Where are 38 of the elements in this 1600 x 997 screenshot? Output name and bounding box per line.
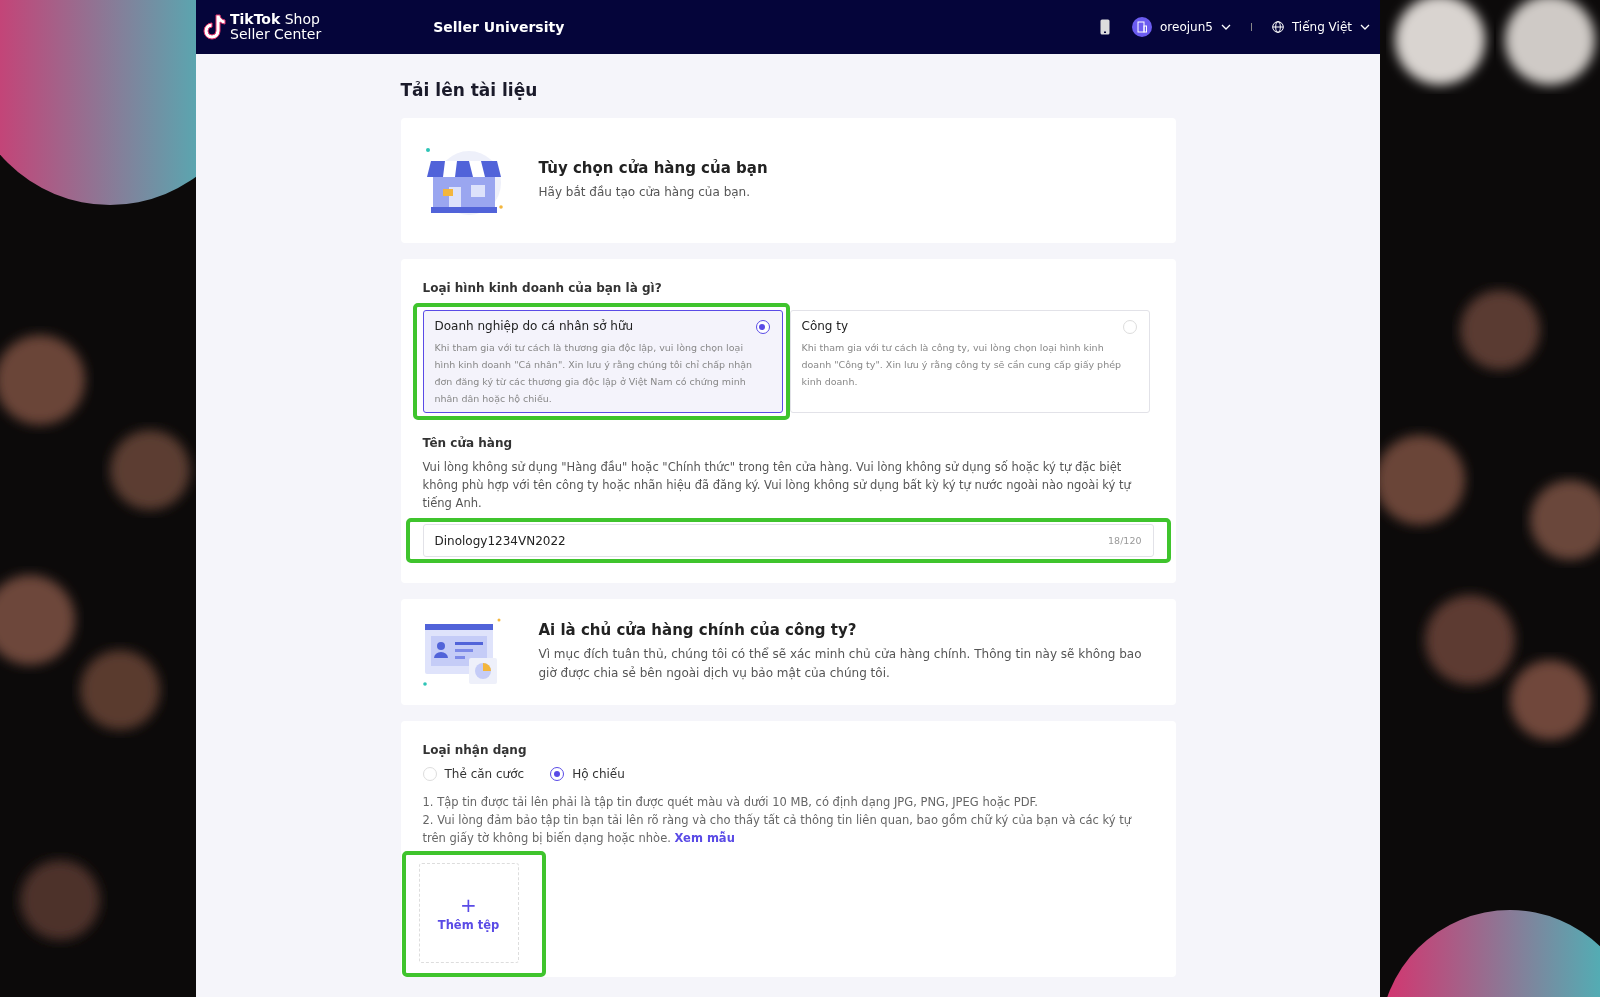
option-title: Doanh nghiệp do cá nhân sở hữu xyxy=(434,319,635,333)
radio-label[interactable]: Thẻ căn cước xyxy=(444,767,525,781)
add-file-button[interactable]: + Thêm tệp xyxy=(418,863,519,963)
store-name-field[interactable]: Dinology1234VN2022 18/120 xyxy=(422,524,1154,557)
field-label: Loại nhận dạng xyxy=(422,743,528,757)
radio-button[interactable] xyxy=(755,320,770,334)
chevron-down-icon xyxy=(1360,24,1370,30)
section-description: Hãy bắt đầu tạo cửa hàng của bạn. xyxy=(538,184,752,201)
language-selector[interactable]: Tiếng Việt xyxy=(1291,20,1352,34)
option-description: Khi tham gia với tư cách là thương gia độc lập, vui lòng chọn loại hình kinh doanh "Cá nhân". Xin lưu ý rằng chúng tôi chỉ chấp nhận đơn đăng ký từ các thương gia độc lập ở Việt Nam có chứng minh nhân dân hoặc hộ chiếu. xyxy=(434,341,754,406)
avatar[interactable] xyxy=(1132,17,1152,37)
globe-icon xyxy=(1271,21,1284,33)
field-hint: Vui lòng không sử dụng "Hàng đầu" hoặc "Chính thức" trong tên cửa hàng. Vui lòng không sử dụng số hoặc ký tự đặc biệt không phù hợp với tên công ty hoặc nhãn hiệu đã đăng ký. Vui lòng không sử dụng bất kỳ ký tự nước ngoài nào ngoài ký tự tiếng Anh. xyxy=(422,459,1133,512)
sample-link[interactable]: Xem mẫu xyxy=(674,831,735,845)
field-value: Dinology1234VN2022 xyxy=(434,533,567,548)
option-card[interactable]: Công ty Khi tham gia với tư cách là công ty, vui lòng chọn loại hình kinh doanh "Công ty". Xin lưu ý rằng công ty sẽ cần cung cấp giấy phép kinh doanh. xyxy=(789,310,1150,413)
section-description: Vì mục đích tuân thủ, chúng tôi có thể sẽ xác minh chủ cửa hàng chính. Thông tin này sẽ không bao giờ được chia sẻ bên ngoài dịch vụ bảo mật của chúng tôi. xyxy=(538,646,1143,682)
logo-text: TikTok Shop xyxy=(230,12,321,27)
instruction-text: 2. Vui lòng đảm bảo tập tin bạn tải lên rõ ràng và cho thấy tất cả thông tin liên quan, bao gồm chữ ký của bạn và các ký tự trên giấy tờ không bị biến dạng hoặc nhòe. Xem mẫu xyxy=(422,812,1133,847)
note-logo-icon xyxy=(202,13,226,41)
radio-label[interactable]: Hộ chiếu xyxy=(572,767,625,781)
building-icon xyxy=(1137,21,1147,33)
option-description: Khi tham gia với tư cách là công ty, vui lòng chọn loại hình kinh doanh "Công ty". Xin lưu ý rằng công ty sẽ cần cung cấp giấy phép kinh doanh. xyxy=(801,341,1123,389)
username[interactable]: oreojun5 xyxy=(1160,20,1213,34)
instruction-text: 1. Tập tin được tải lên phải là tập tin được quét màu và dưới 10 MB, có định dạng JPG, PNG, JPEG hoặc PDF. xyxy=(422,794,1039,811)
option-card[interactable] xyxy=(422,310,783,413)
option-title: Công ty xyxy=(801,319,850,333)
logo-subtitle: Seller Center xyxy=(230,27,322,42)
field-label: Loại hình kinh doanh của bạn là gì? xyxy=(422,281,663,295)
character-counter: 18/120 xyxy=(1108,535,1142,546)
section-title: Tùy chọn cửa hàng của bạn xyxy=(538,159,768,177)
nav-link[interactable]: Seller University xyxy=(433,19,565,35)
chevron-down-icon xyxy=(1220,24,1231,30)
section-title: Ai là chủ cửa hàng chính của công ty? xyxy=(538,621,858,639)
field-label: Tên cửa hàng xyxy=(422,436,513,450)
phone-icon xyxy=(1100,19,1110,35)
plus-icon: + xyxy=(460,894,477,916)
page-title: Tải lên tài liệu xyxy=(400,80,539,100)
